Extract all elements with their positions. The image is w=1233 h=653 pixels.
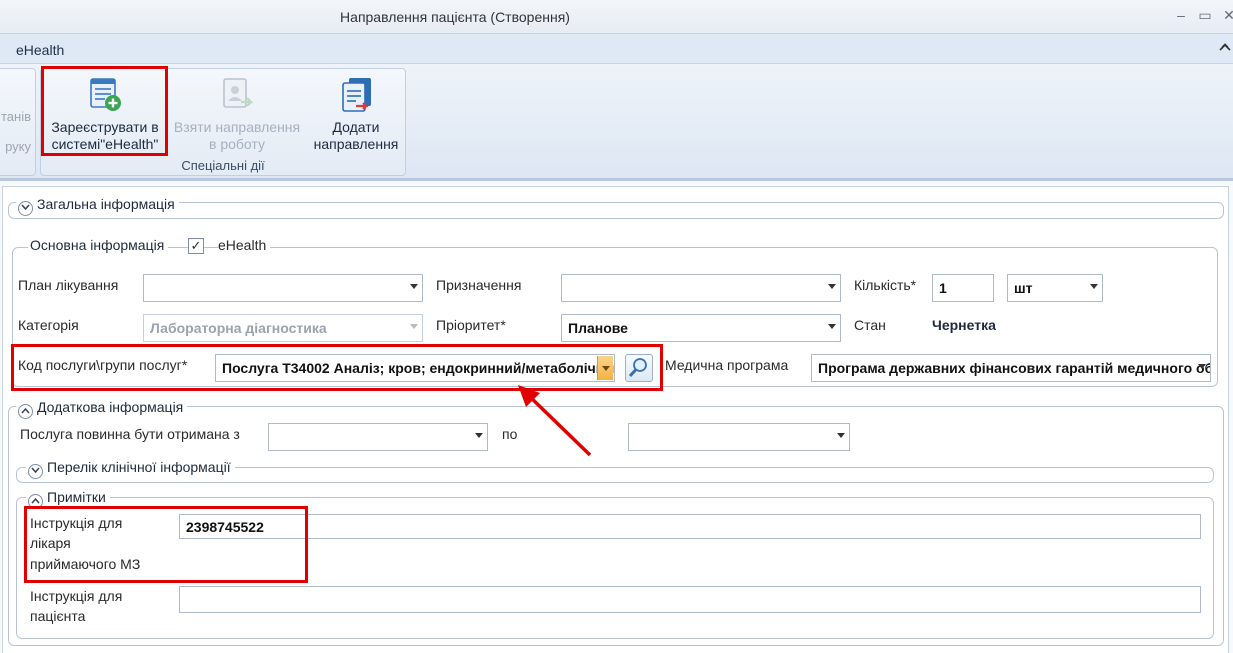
clinical-info-header[interactable]: Перелік клінічної інформації — [26, 459, 235, 479]
received-to-date[interactable] — [628, 423, 850, 451]
expand-down-icon — [28, 464, 43, 479]
chevron-down-icon — [410, 284, 418, 289]
general-info-header[interactable]: Загальна інформація — [16, 196, 179, 216]
unit-select[interactable]: шт — [1007, 274, 1103, 302]
chevron-down-icon — [475, 433, 483, 438]
service-search-button[interactable] — [625, 354, 653, 382]
ehealth-checkbox[interactable]: ✓ — [188, 238, 204, 254]
category-select: Лабораторна діагностика — [143, 314, 423, 342]
status-label: Стан — [854, 317, 886, 333]
chevron-down-icon — [828, 284, 836, 289]
close-icon[interactable]: ✕ — [1220, 7, 1233, 24]
doctor-instructions-label-1: Інструкція для — [30, 515, 123, 531]
priority-select[interactable]: Планове — [561, 314, 841, 342]
add-referral-label-2: направлення — [313, 136, 399, 152]
main-info-header: Основна інформація — [28, 237, 169, 253]
notes-title: Примітки — [47, 489, 106, 505]
partial-label-1: танів — [0, 109, 31, 124]
plan-label: План лікування — [18, 277, 119, 293]
chevron-down-icon — [1198, 364, 1206, 369]
general-info-frame — [8, 202, 1224, 219]
add-referral-button[interactable]: Додати направлення — [307, 69, 405, 161]
quantity-input[interactable]: 1 — [932, 274, 994, 302]
category-value: Лабораторна діагностика — [150, 320, 327, 336]
window-title-bar: Направлення пацієнта (Створення) ‒ ▭ ✕ — [0, 0, 1233, 34]
medical-program-label: Медична програма — [665, 357, 789, 373]
maximize-icon[interactable]: ▭ — [1196, 7, 1214, 24]
collapse-up-icon — [28, 494, 43, 509]
general-info-title: Загальна інформація — [37, 196, 175, 212]
ribbon-group-special-actions: Зареєструвати в системі"eHealth" Взяти н… — [40, 68, 406, 176]
priority-value: Планове — [568, 320, 628, 336]
chevron-down-icon — [837, 433, 845, 438]
patient-instructions-input[interactable] — [179, 586, 1201, 613]
purpose-select[interactable] — [561, 274, 841, 302]
patient-instructions-label-2: пацієнта — [30, 608, 86, 624]
ribbon-group-label: Спеціальні дії — [181, 158, 265, 173]
additional-info-header[interactable]: Додаткова інформація — [16, 399, 188, 419]
patient-instructions-label-1: Інструкція для — [30, 588, 123, 604]
chevron-down-icon — [828, 324, 836, 329]
additional-info-title: Додаткова інформація — [37, 399, 184, 415]
register-ehealth-label-2: системі"eHealth" — [51, 136, 159, 152]
medical-program-select[interactable]: Програма державних фінансових гарантій м… — [811, 354, 1211, 382]
dropdown-arrow-icon[interactable] — [597, 356, 613, 380]
doctor-instructions-label-3: приймаючого МЗ — [30, 556, 141, 572]
received-from-date[interactable] — [268, 423, 488, 451]
chevron-down-icon — [1090, 284, 1098, 289]
main-info-title: Основна інформація — [30, 237, 165, 253]
menu-item-ehealth[interactable]: eHealth — [16, 42, 64, 58]
received-from-label: Послуга повинна бути отримана з — [20, 426, 240, 442]
partial-label-2: руку — [5, 139, 31, 154]
unit-value: шт — [1014, 280, 1033, 296]
ribbon: танів руку Зареєструвати в системі"eHeal… — [0, 64, 1233, 180]
service-code-label: Код послуги\групи послуг* — [18, 357, 188, 373]
expand-down-icon — [18, 201, 33, 216]
chevron-down-icon — [410, 324, 418, 329]
service-code-value: Послуга Т34002 Аналіз; кров; ендокринний… — [222, 360, 615, 376]
clinical-info-title: Перелік клінічної інформації — [47, 459, 231, 475]
take-referral-user-icon — [217, 75, 257, 115]
service-code-select[interactable]: Послуга Т34002 Аналіз; кров; ендокринний… — [215, 354, 615, 382]
window-title: Направлення пацієнта (Створення) — [340, 9, 570, 25]
take-referral-label-2: в роботу — [209, 136, 265, 152]
ehealth-checkbox-label: eHealth — [218, 237, 271, 254]
minimize-icon[interactable]: ‒ — [1172, 7, 1190, 23]
plan-select[interactable] — [143, 274, 423, 302]
purpose-label: Призначення — [436, 277, 522, 293]
take-referral-label-1: Взяти направлення — [173, 119, 301, 135]
priority-label: Пріоритет* — [436, 317, 506, 333]
register-document-plus-icon — [85, 75, 125, 115]
ribbon-collapse-icon[interactable] — [1219, 41, 1231, 55]
take-referral-button[interactable]: Взяти направлення в роботу — [169, 69, 305, 161]
add-referral-label-1: Додати — [332, 119, 380, 135]
medical-program-value: Програма державних фінансових гарантій м… — [818, 360, 1210, 376]
register-ehealth-button[interactable]: Зареєструвати в системі"eHealth" — [45, 69, 165, 161]
add-referral-document-icon — [336, 75, 376, 115]
collapse-up-icon — [18, 404, 33, 419]
notes-header[interactable]: Примітки — [26, 489, 110, 509]
menu-bar: eHealth — [0, 34, 1233, 64]
magnifier-icon — [628, 358, 647, 378]
ribbon-group-partial: танів руку — [0, 68, 36, 176]
quantity-label: Кількість* — [854, 277, 917, 293]
annotation-arrow-icon — [518, 385, 592, 457]
doctor-instructions-input[interactable]: 2398745522 — [179, 514, 1201, 539]
category-label: Категорія — [18, 317, 79, 333]
status-value: Чернетка — [932, 317, 996, 333]
register-ehealth-label-1: Зареєструвати в — [51, 119, 159, 135]
doctor-instructions-label-2: лікаря — [30, 535, 71, 551]
